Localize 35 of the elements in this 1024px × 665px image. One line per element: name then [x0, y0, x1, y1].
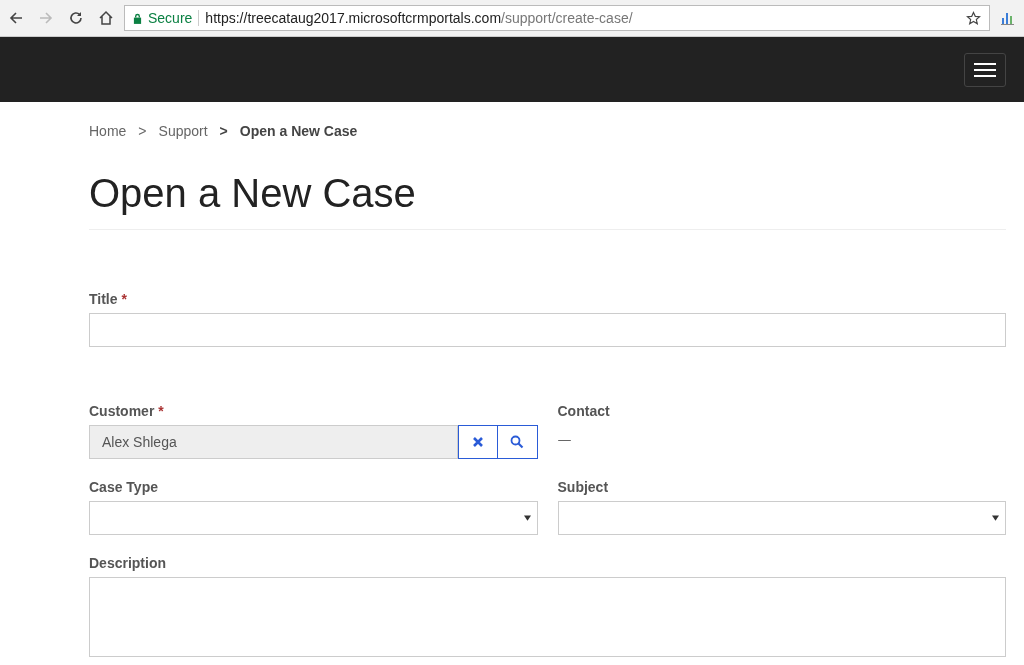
- back-icon[interactable]: [8, 10, 24, 26]
- search-button[interactable]: [497, 425, 538, 459]
- dropdown-caret-icon: [523, 515, 531, 521]
- field-label: Customer: [89, 403, 155, 419]
- lookup-field[interactable]: Alex Shlega: [89, 425, 458, 459]
- dropdown-field[interactable]: [89, 501, 538, 535]
- required-mark: *: [121, 291, 127, 307]
- text-input[interactable]: [89, 313, 1006, 347]
- lock-icon: [133, 12, 142, 24]
- dropdown-field[interactable]: [557, 501, 1006, 535]
- field-label: Subject: [557, 479, 609, 495]
- menu-icon: [974, 61, 996, 78]
- home-icon[interactable]: [98, 10, 114, 26]
- breadcrumb-link[interactable]: Support: [158, 123, 208, 139]
- close-icon: [471, 436, 484, 448]
- field-label: Description: [89, 555, 166, 571]
- required-mark: *: [158, 403, 164, 419]
- breadcrumb-separator: >: [138, 123, 147, 139]
- breadcrumb-link[interactable]: Home: [89, 123, 127, 139]
- search-icon: [510, 435, 524, 449]
- menu-button[interactable]: [964, 52, 1006, 87]
- field-label: Contact: [557, 403, 610, 419]
- secure-label: Secure: [148, 10, 193, 26]
- clear-button[interactable]: [457, 425, 498, 459]
- contact-value: —: [557, 430, 573, 447]
- breadcrumb-separator: >: [219, 123, 228, 139]
- field-label: Title: [89, 291, 118, 307]
- url-text: https://treecataug2017.microsoftcrmportals.com/support/create-case/: [205, 10, 634, 26]
- bar-chart-icon[interactable]: [1000, 10, 1016, 26]
- field-label: Case Type: [89, 479, 158, 495]
- star-icon[interactable]: [966, 10, 981, 26]
- page-title: Open a New Case: [89, 171, 417, 215]
- address-bar[interactable]: Secure https://treecataug2017.microsoftcrmportals.com/support/create-case/: [124, 5, 990, 31]
- dropdown-caret-icon: [992, 515, 999, 521]
- reload-icon[interactable]: [68, 10, 84, 26]
